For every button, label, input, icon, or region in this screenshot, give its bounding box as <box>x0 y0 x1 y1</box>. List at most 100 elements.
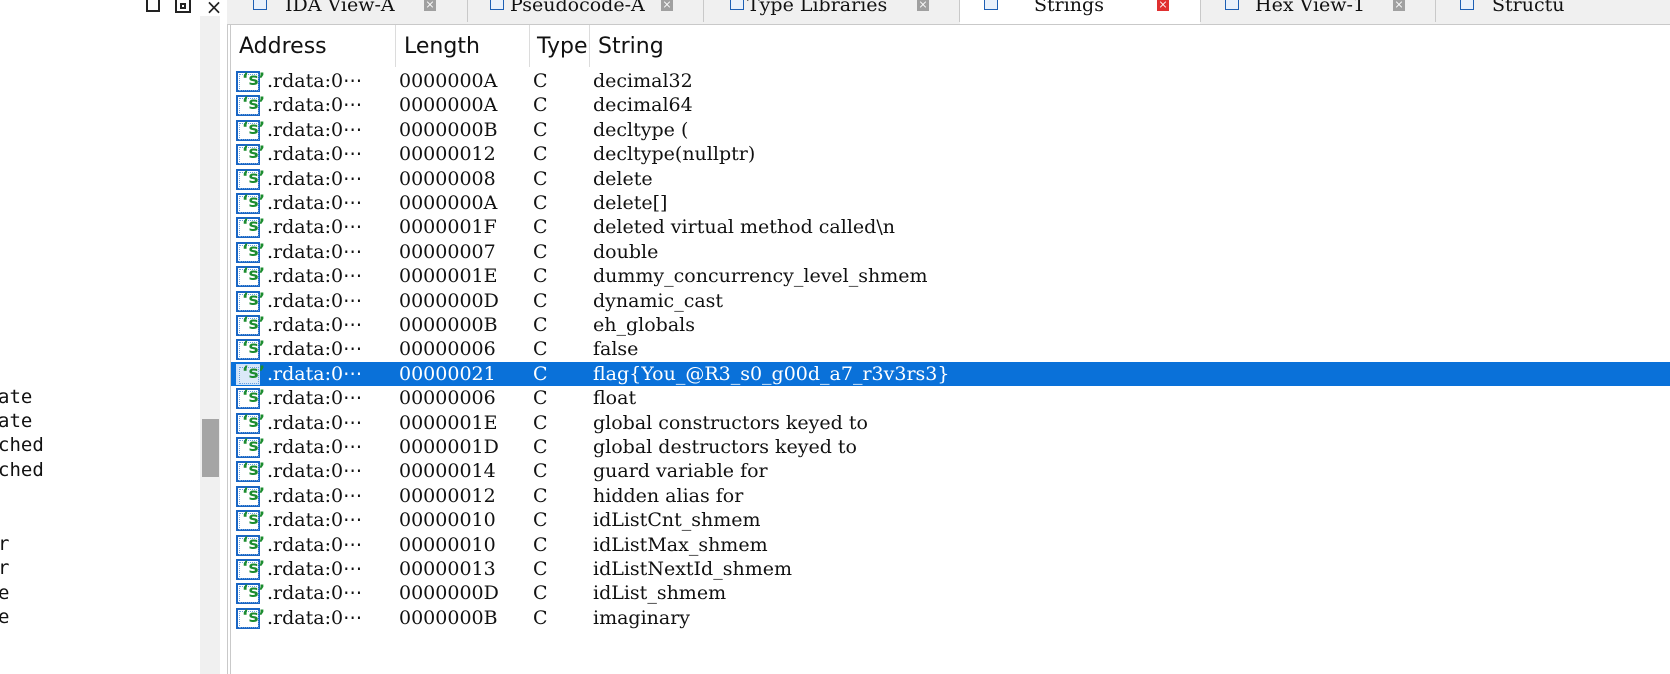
string-item-icon: ‘s’ <box>236 363 265 385</box>
cell-string: decimal32 <box>593 70 693 92</box>
table-row[interactable]: ‘s’ .rdata:0⋯ 0000000D CidList_shmem <box>231 581 1670 605</box>
table-row[interactable]: ‘s’ .rdata:0⋯ 00000010 CidListCnt_shmem <box>231 508 1670 532</box>
cell-length: 0000000B <box>399 314 498 336</box>
table-row[interactable]: ‘s’ .rdata:0⋯ 00000008 Cdelete <box>231 167 1670 191</box>
cell-length: 0000000A <box>399 70 498 92</box>
tab-close-icon[interactable]: × <box>1157 0 1169 11</box>
cell-length: 0000001F <box>399 216 497 239</box>
column-header-type[interactable]: Type <box>530 25 590 67</box>
table-row[interactable]: ‘s’ .rdata:0⋯ 0000000B Cimaginary <box>231 606 1670 630</box>
float-window-icon[interactable] <box>175 0 193 16</box>
table-row[interactable]: ‘s’ .rdata:0⋯ 0000000D Cdynamic_cast <box>231 289 1670 313</box>
cell-length: 00000010 <box>399 533 496 556</box>
column-header-length[interactable]: Length <box>396 25 530 67</box>
restore-icon[interactable] <box>145 0 163 16</box>
string-item-icon: ‘s’ <box>236 534 265 556</box>
cell-string: decltype ( <box>593 118 689 141</box>
cell-string: hidden alias for <box>593 484 744 507</box>
cell-string: global destructors keyed to <box>593 436 857 458</box>
cell-string: idListCnt_shmem <box>593 509 761 532</box>
cell-type: C <box>533 94 548 117</box>
table-row[interactable]: ‘s’ .rdata:0⋯ 00000013 CidListNextId_shmem <box>231 557 1670 581</box>
cell-string: false <box>593 338 639 361</box>
cell-type: C <box>533 289 548 312</box>
string-item-icon: ‘s’ <box>236 241 265 263</box>
table-row[interactable]: ‘s’ .rdata:0⋯ 00000007 Cdouble <box>231 240 1670 264</box>
structures-icon <box>1460 0 1474 10</box>
table-row[interactable]: ‘s’ .rdata:0⋯ 0000000A Cdelete[] <box>231 191 1670 215</box>
cell-string: deleted virtual method called\n <box>593 216 895 239</box>
string-item-icon: ‘s’ <box>236 558 265 580</box>
tab-pseudocode-a[interactable]: Pseudocode-A × <box>468 0 703 24</box>
tab-close-icon[interactable]: × <box>917 0 929 11</box>
column-header-string[interactable]: String <box>590 25 1670 67</box>
string-item-icon: ‘s’ <box>236 436 265 458</box>
window-controls: × <box>145 0 223 17</box>
string-item-icon: ‘s’ <box>236 168 265 190</box>
cell-string: dummy_concurrency_level_shmem <box>593 265 928 288</box>
cell-address: .rdata:0⋯ <box>267 362 363 385</box>
table-row[interactable]: ‘s’ .rdata:0⋯ 0000000A Cdecimal32 <box>231 69 1670 93</box>
table-row[interactable]: ‘s’ .rdata:0⋯ 00000006 Cfalse <box>231 337 1670 361</box>
column-header-address[interactable]: Address <box>231 25 396 67</box>
cell-type: C <box>533 338 548 361</box>
string-item-icon: ‘s’ <box>236 192 265 214</box>
string-item-icon: ‘s’ <box>236 509 265 532</box>
string-item-icon: ‘s’ <box>236 70 265 92</box>
table-row[interactable]: ‘s’ .rdata:0⋯ 0000001F Cdeleted virtual met… <box>231 215 1670 239</box>
cell-string: float <box>593 387 637 410</box>
table-row[interactable]: ‘s’ .rdata:0⋯ 0000000A Cdecimal64 <box>231 93 1670 117</box>
left-panel-scrollbar[interactable] <box>200 16 220 674</box>
cell-length: 0000001E <box>399 411 498 434</box>
table-row[interactable]: ‘s’ .rdata:0⋯ 00000012 Cdecltype(nullptr) <box>231 142 1670 166</box>
strings-icon <box>984 0 998 10</box>
table-row[interactable]: ‘s’ .rdata:0⋯ 00000006 Cfloat <box>231 386 1670 410</box>
cell-length: 00000006 <box>399 387 496 410</box>
tab-structures[interactable]: Structu <box>1436 0 1670 24</box>
cell-length: 0000000D <box>399 289 499 312</box>
table-row[interactable]: ‘s’ .rdata:0⋯ 00000021 Cflag{You_@R3_s0_g00… <box>231 361 1670 387</box>
left-panel: × ate ate ched ched r r e e <box>0 0 228 674</box>
cell-type: C <box>533 240 548 263</box>
string-item-icon: ‘s’ <box>236 314 265 336</box>
table-row[interactable]: ‘s’ .rdata:0⋯ 00000012 Chidden alias for <box>231 484 1670 508</box>
table-row[interactable]: ‘s’ .rdata:0⋯ 0000001E Cdummy_concurrency_l… <box>231 264 1670 288</box>
table-row[interactable]: ‘s’ .rdata:0⋯ 0000000B Cdecltype ( <box>231 118 1670 142</box>
left-panel-text: e <box>0 604 9 630</box>
table-row[interactable]: ‘s’ .rdata:0⋯ 0000000B Ceh_globals <box>231 313 1670 337</box>
tab-close-icon[interactable]: × <box>1393 0 1405 11</box>
cell-type: C <box>533 436 548 458</box>
tab-label: Hex View-1 <box>1255 0 1366 16</box>
tab-ida-view-a[interactable]: IDA View-A × <box>227 0 467 24</box>
string-item-icon: ‘s’ <box>236 143 265 166</box>
cell-string: imaginary <box>593 606 691 629</box>
table-row[interactable]: ‘s’ .rdata:0⋯ 00000010 CidListMax_shmem <box>231 533 1670 557</box>
tab-close-icon[interactable]: × <box>424 0 436 11</box>
string-item-icon: ‘s’ <box>236 290 265 312</box>
string-item-icon: ‘s’ <box>236 460 265 483</box>
cell-type: C <box>533 192 548 214</box>
cell-string: eh_globals <box>593 314 695 336</box>
table-row[interactable]: ‘s’ .rdata:0⋯ 0000001E Cglobal constructors… <box>231 411 1670 435</box>
string-item-icon: ‘s’ <box>236 582 265 605</box>
pseudocode-icon <box>490 0 504 10</box>
scrollbar-thumb[interactable] <box>202 419 219 477</box>
left-panel-text: ate <box>0 410 33 432</box>
close-icon[interactable]: × <box>205 0 223 17</box>
table-row[interactable]: ‘s’ .rdata:0⋯ 00000014 Cguard variable for <box>231 459 1670 483</box>
tab-type-libraries[interactable]: Type Libraries × <box>704 0 959 24</box>
cell-type: C <box>533 314 548 336</box>
cell-string: flag{You_@R3_s0_g00d_a7_r3v3rs3} <box>593 362 950 385</box>
tab-close-icon[interactable]: × <box>661 0 673 11</box>
cell-address: .rdata:0⋯ <box>267 411 363 434</box>
cell-address: .rdata:0⋯ <box>267 582 363 605</box>
tab-label: IDA View-A <box>285 0 395 16</box>
cell-length: 00000010 <box>399 509 496 532</box>
cell-type: C <box>533 533 548 556</box>
cell-address: .rdata:0⋯ <box>267 338 363 361</box>
tab-strings[interactable]: Strings × <box>960 0 1200 24</box>
cell-address: .rdata:0⋯ <box>267 606 363 629</box>
table-row[interactable]: ‘s’ .rdata:0⋯ 0000001D Cglobal destructors … <box>231 435 1670 459</box>
cell-length: 00000006 <box>399 338 496 361</box>
tab-hex-view-1[interactable]: Hex View-1 × <box>1201 0 1435 24</box>
